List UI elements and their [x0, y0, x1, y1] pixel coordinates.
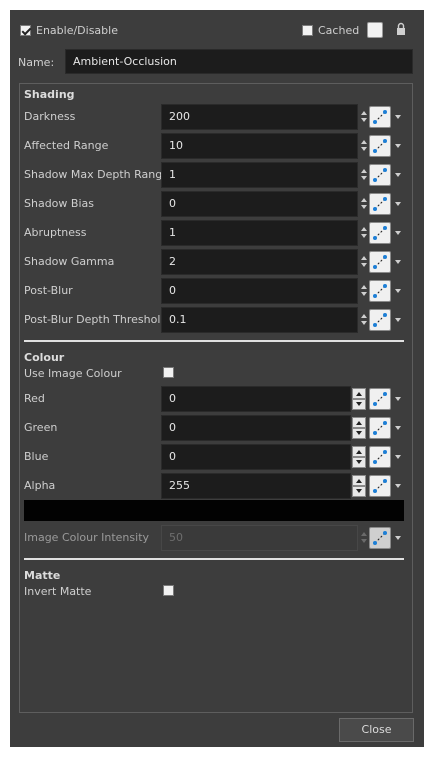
green-field[interactable]: 0	[161, 415, 351, 441]
alpha-field[interactable]: 255	[161, 473, 351, 499]
abruptness-menu-caret[interactable]	[395, 231, 401, 235]
red-menu-caret[interactable]	[395, 397, 401, 401]
shadow-max-depth-range-field[interactable]: 1	[161, 162, 358, 188]
affected-range-menu-caret[interactable]	[395, 144, 401, 148]
matte-section-title: Matte	[24, 569, 61, 582]
shadow-bias-function-icon[interactable]	[369, 193, 391, 215]
affected-range-label: Affected Range	[24, 139, 109, 152]
invert-matte-checkbox[interactable]	[163, 585, 174, 596]
post-blur-label: Post-Blur	[24, 284, 73, 297]
abruptness-spin-icon[interactable]	[360, 227, 368, 241]
name-input[interactable]: Ambient-Occlusion	[65, 49, 413, 74]
shadow-bias-label: Shadow Bias	[24, 197, 94, 210]
alpha-step-down[interactable]	[352, 486, 366, 497]
abruptness-label: Abruptness	[24, 226, 87, 239]
shadow-max-depth-range-label: Shadow Max Depth Range	[24, 168, 170, 181]
use-image-colour-checkbox[interactable]	[163, 367, 174, 378]
post-blur-depth-threshold-label: Post-Blur Depth Threshold	[24, 313, 168, 326]
post-blur-depth-threshold-menu-caret[interactable]	[395, 318, 401, 322]
shadow-gamma-label: Shadow Gamma	[24, 255, 115, 268]
blue-function-icon[interactable]	[369, 446, 391, 468]
red-step-down[interactable]	[352, 399, 366, 410]
enable-checkbox[interactable]	[20, 25, 31, 36]
shadow-bias-menu-caret[interactable]	[395, 202, 401, 206]
image-colour-intensity-menu-caret[interactable]	[395, 536, 401, 540]
red-function-icon[interactable]	[369, 388, 391, 410]
red-field[interactable]: 0	[161, 386, 351, 412]
color-swatch-button[interactable]	[367, 22, 383, 38]
post-blur-menu-caret[interactable]	[395, 289, 401, 293]
alpha-label: Alpha	[24, 479, 56, 492]
shadow-max-depth-range-spin-icon[interactable]	[360, 169, 368, 183]
shadow-gamma-field[interactable]: 2	[161, 249, 358, 275]
blue-step-down[interactable]	[352, 457, 366, 468]
cached-checkbox[interactable]	[302, 25, 313, 36]
blue-stepper[interactable]	[352, 446, 366, 468]
darkness-field[interactable]: 200	[161, 104, 358, 130]
affected-range-spin-icon[interactable]	[360, 140, 368, 154]
red-step-up[interactable]	[352, 388, 366, 399]
image-colour-intensity-field: 50	[161, 525, 358, 551]
abruptness-function-icon[interactable]	[369, 222, 391, 244]
post-blur-depth-threshold-function-icon[interactable]	[369, 309, 391, 331]
shadow-bias-spin-icon[interactable]	[360, 198, 368, 212]
post-blur-field[interactable]: 0	[161, 278, 358, 304]
enable-label: Enable/Disable	[36, 24, 118, 37]
cached-label: Cached	[318, 24, 360, 37]
shadow-gamma-spin-icon[interactable]	[360, 256, 368, 270]
alpha-step-up[interactable]	[352, 475, 366, 486]
alpha-function-icon[interactable]	[369, 475, 391, 497]
abruptness-field[interactable]: 1	[161, 220, 358, 246]
lock-icon[interactable]	[396, 22, 406, 36]
shadow-gamma-menu-caret[interactable]	[395, 260, 401, 264]
colour-swatch-bar[interactable]	[24, 500, 404, 521]
close-button[interactable]: Close	[339, 718, 414, 742]
blue-label: Blue	[24, 450, 49, 463]
section-divider	[24, 558, 404, 560]
alpha-menu-caret[interactable]	[395, 484, 401, 488]
post-blur-depth-threshold-spin-icon[interactable]	[360, 314, 368, 328]
image-colour-intensity-function-icon[interactable]	[369, 527, 391, 549]
post-blur-spin-icon[interactable]	[360, 285, 368, 299]
blue-step-up[interactable]	[352, 446, 366, 457]
red-stepper[interactable]	[352, 388, 366, 410]
affected-range-field[interactable]: 10	[161, 133, 358, 159]
image-colour-intensity-label: Image Colour Intensity	[24, 531, 150, 544]
shading-section-title: Shading	[24, 88, 75, 101]
post-blur-depth-threshold-field[interactable]: 0.1	[161, 307, 358, 333]
blue-menu-caret[interactable]	[395, 455, 401, 459]
darkness-label: Darkness	[24, 110, 76, 123]
invert-matte-label: Invert Matte	[24, 585, 92, 598]
green-menu-caret[interactable]	[395, 426, 401, 430]
blue-field[interactable]: 0	[161, 444, 351, 470]
use-image-colour-label: Use Image Colour	[24, 367, 122, 380]
red-label: Red	[24, 392, 45, 405]
alpha-stepper[interactable]	[352, 475, 366, 497]
shadow-gamma-function-icon[interactable]	[369, 251, 391, 273]
darkness-function-icon[interactable]	[369, 106, 391, 128]
darkness-menu-caret[interactable]	[395, 115, 401, 119]
image-colour-intensity-spin-icon	[360, 532, 368, 546]
shadow-max-depth-range-menu-caret[interactable]	[395, 173, 401, 177]
affected-range-function-icon[interactable]	[369, 135, 391, 157]
colour-section-title: Colour	[24, 351, 65, 364]
shadow-bias-field[interactable]: 0	[161, 191, 358, 217]
green-step-up[interactable]	[352, 417, 366, 428]
green-step-down[interactable]	[352, 428, 366, 439]
name-label: Name:	[18, 56, 55, 69]
green-function-icon[interactable]	[369, 417, 391, 439]
green-stepper[interactable]	[352, 417, 366, 439]
green-label: Green	[24, 421, 58, 434]
section-divider	[24, 340, 404, 342]
darkness-spin-icon[interactable]	[360, 111, 368, 125]
shadow-max-depth-range-function-icon[interactable]	[369, 164, 391, 186]
effect-properties-dialog: Enable/Disable Cached Name: Ambient-Occl…	[10, 10, 424, 747]
post-blur-function-icon[interactable]	[369, 280, 391, 302]
